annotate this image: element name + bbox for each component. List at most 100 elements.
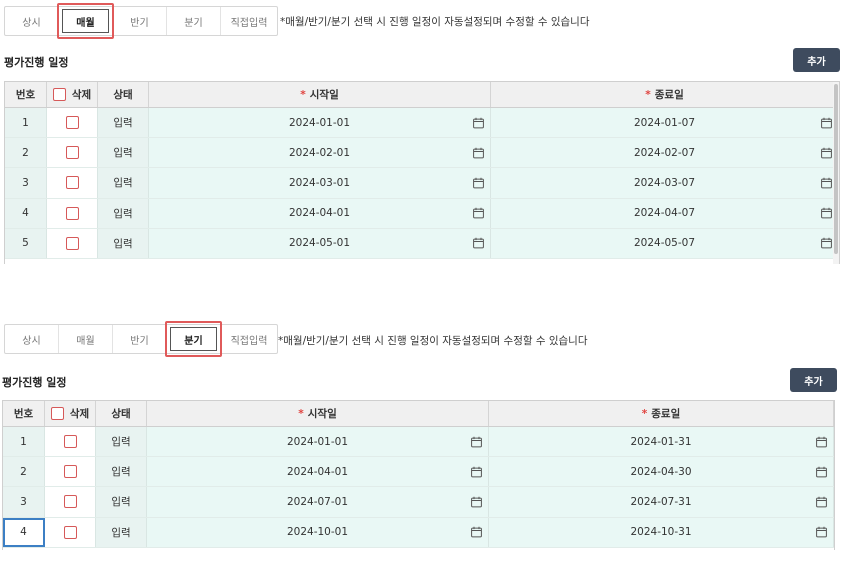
start-date-cell[interactable]: 2024-05-01 <box>149 228 491 258</box>
table-row[interactable]: 2 입력 2024-04-01 2024-04-30 <box>3 457 834 488</box>
header-start-date: * 시작일 <box>149 82 491 107</box>
calendar-icon[interactable] <box>473 238 484 249</box>
row-delete-checkbox[interactable] <box>63 435 77 449</box>
start-date-cell[interactable]: 2024-04-01 <box>149 198 491 228</box>
tab-direct-input[interactable]: 직접입력 <box>221 7 277 35</box>
end-date-value: 2024-02-07 <box>633 146 696 159</box>
calendar-icon[interactable] <box>816 526 827 538</box>
calendar-icon[interactable] <box>816 496 827 508</box>
row-number: 5 <box>5 228 47 258</box>
row-delete-checkbox[interactable] <box>65 116 79 130</box>
row-number: 1 <box>3 427 45 457</box>
start-date-cell[interactable]: 2024-01-01 <box>147 427 489 457</box>
calendar-icon[interactable] <box>821 147 832 159</box>
row-delete-checkbox[interactable] <box>65 206 79 220</box>
table-row[interactable]: 3 입력 2024-03-01 2024-03-07 <box>5 168 839 199</box>
row-delete-cell <box>47 138 98 168</box>
start-date-cell[interactable]: 2024-07-01 <box>147 487 489 517</box>
table-row[interactable]: 5 입력 2024-05-01 2024-05-07 <box>5 228 839 259</box>
vertical-scrollbar[interactable] <box>833 82 839 264</box>
calendar-icon[interactable] <box>821 177 832 189</box>
table-row[interactable]: 3 입력 2024-07-01 2024-07-31 <box>3 487 834 518</box>
calendar-icon[interactable] <box>816 466 827 478</box>
add-row-button[interactable]: 추가 <box>790 368 837 392</box>
row-number: 3 <box>5 168 47 198</box>
start-date-value: 2024-02-01 <box>288 146 351 159</box>
row-delete-checkbox[interactable] <box>65 146 79 160</box>
start-date-cell[interactable]: 2024-04-01 <box>147 457 489 487</box>
calendar-icon[interactable] <box>473 207 484 219</box>
calendar-icon[interactable] <box>473 177 484 189</box>
row-number: 4 <box>5 198 47 228</box>
tab-half-year[interactable]: 반기 <box>113 7 167 35</box>
select-all-checkbox[interactable] <box>50 407 64 420</box>
calendar-icon[interactable] <box>821 207 832 219</box>
table-row[interactable]: 4 입력 2024-04-01 2024-04-07 <box>5 198 839 229</box>
row-delete-checkbox[interactable] <box>63 495 77 509</box>
grid-body: 1 입력 2024-01-01 2024-01-07 2 입력 2024-02-… <box>5 108 839 259</box>
start-date-cell[interactable]: 2024-10-01 <box>147 517 489 547</box>
row-state: 입력 <box>98 228 149 258</box>
end-date-cell[interactable]: 2024-02-07 <box>491 138 839 168</box>
period-type-selector: 상시 매월 반기 분기 직접입력 <box>4 321 278 357</box>
scrollbar-thumb[interactable] <box>834 84 838 254</box>
schedule-panel-quarterly: 상시 매월 반기 분기 직접입력 *매월/반기/분기 선택 시 진행 일정이 자… <box>0 318 845 562</box>
start-date-cell[interactable]: 2024-03-01 <box>149 168 491 198</box>
end-date-value: 2024-04-30 <box>630 465 692 478</box>
tab-quarter[interactable]: 분기 <box>165 321 222 357</box>
tab-half-year[interactable]: 반기 <box>113 325 167 353</box>
add-row-button[interactable]: 추가 <box>793 48 840 72</box>
end-date-cell[interactable]: 2024-01-31 <box>489 427 834 457</box>
calendar-icon[interactable] <box>471 496 482 508</box>
header-end-date: * 종료일 <box>489 401 834 426</box>
schedule-grid: 번호 삭제 상태 * 시작일 * 종료일 1 입력 2024-01-01 2024-… <box>2 400 835 550</box>
end-date-cell[interactable]: 2024-10-31 <box>489 517 834 547</box>
start-date-value: 2024-04-01 <box>288 207 351 220</box>
row-state: 입력 <box>96 487 147 517</box>
row-number: 2 <box>3 457 45 487</box>
end-date-cell[interactable]: 2024-07-31 <box>489 487 834 517</box>
tab-direct-input[interactable]: 직접입력 <box>221 325 277 353</box>
end-date-cell[interactable]: 2024-05-07 <box>491 228 839 258</box>
header-state: 상태 <box>96 401 147 426</box>
table-row[interactable]: 1 입력 2024-01-01 2024-01-07 <box>5 108 839 139</box>
start-date-value: 2024-03-01 <box>288 176 351 189</box>
calendar-icon[interactable] <box>471 526 482 538</box>
row-delete-cell <box>45 517 96 547</box>
calendar-icon[interactable] <box>471 436 482 447</box>
end-date-cell[interactable]: 2024-04-07 <box>491 198 839 228</box>
calendar-icon[interactable] <box>821 238 832 249</box>
start-date-cell[interactable]: 2024-01-01 <box>149 108 491 138</box>
table-row[interactable]: 2 입력 2024-02-01 2024-02-07 <box>5 138 839 169</box>
end-date-value: 2024-07-31 <box>630 495 692 508</box>
select-all-checkbox[interactable] <box>52 88 66 101</box>
tab-always[interactable]: 상시 <box>5 325 59 353</box>
row-number: 4 <box>3 517 45 547</box>
row-delete-checkbox[interactable] <box>65 236 79 250</box>
row-delete-checkbox[interactable] <box>65 176 79 190</box>
table-row[interactable]: 1 입력 2024-01-01 2024-01-31 <box>3 427 834 458</box>
schedule-panel-monthly: 상시 매월 반기 분기 직접입력 *매월/반기/분기 선택 시 진행 일정이 자… <box>0 0 845 270</box>
end-date-value: 2024-10-31 <box>630 526 692 539</box>
row-number: 3 <box>3 487 45 517</box>
row-state: 입력 <box>96 517 147 547</box>
tab-quarter[interactable]: 분기 <box>167 7 221 35</box>
calendar-icon[interactable] <box>473 117 484 128</box>
row-state: 입력 <box>98 168 149 198</box>
row-delete-checkbox[interactable] <box>63 465 77 479</box>
header-delete: 삭제 <box>45 401 96 426</box>
tab-monthly[interactable]: 매월 <box>57 3 114 39</box>
auto-schedule-notice: *매월/반기/분기 선택 시 진행 일정이 자동설정되며 수정할 수 있습니다 <box>278 335 588 347</box>
calendar-icon[interactable] <box>821 117 832 128</box>
end-date-cell[interactable]: 2024-04-30 <box>489 457 834 487</box>
end-date-cell[interactable]: 2024-01-07 <box>491 108 839 138</box>
tab-monthly[interactable]: 매월 <box>59 325 113 353</box>
tab-always[interactable]: 상시 <box>5 7 59 35</box>
table-row-selected[interactable]: 4 입력 2024-10-01 2024-10-31 <box>3 517 834 548</box>
calendar-icon[interactable] <box>473 147 484 159</box>
start-date-cell[interactable]: 2024-02-01 <box>149 138 491 168</box>
row-delete-checkbox[interactable] <box>63 525 77 539</box>
end-date-cell[interactable]: 2024-03-07 <box>491 168 839 198</box>
calendar-icon[interactable] <box>471 466 482 478</box>
calendar-icon[interactable] <box>816 436 827 447</box>
